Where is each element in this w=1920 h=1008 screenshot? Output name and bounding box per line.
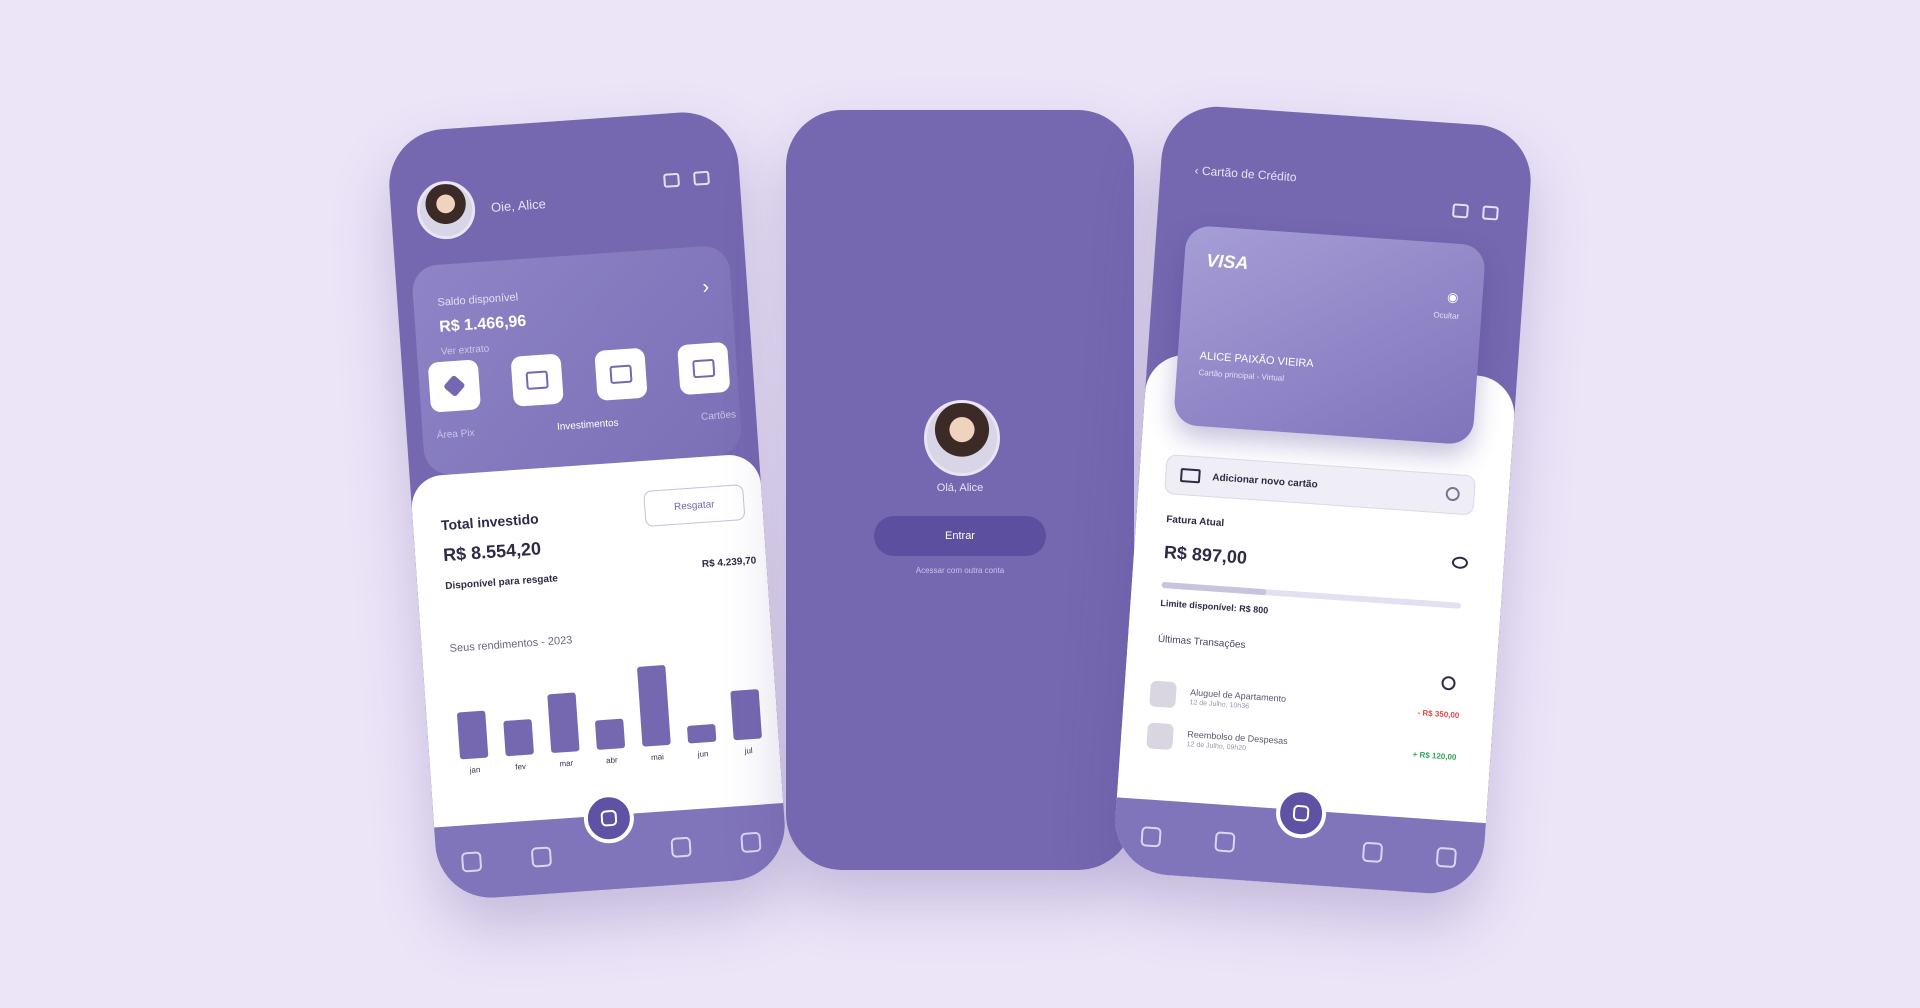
transfer-icon[interactable] <box>530 846 553 868</box>
back-link[interactable]: ‹ Cartão de Crédito <box>1194 163 1297 184</box>
transaction-icon <box>1146 722 1175 751</box>
other-account-link[interactable]: Acessar com outra conta <box>786 566 1134 575</box>
tick-label-abr: abr <box>606 755 618 765</box>
eye-icon[interactable]: ◉ <box>1447 289 1459 306</box>
avatar[interactable] <box>415 179 478 242</box>
tick-label-mai: mai <box>651 752 665 762</box>
transfer-icon <box>609 364 633 385</box>
card-holder-sub: Cartão principal - Virtual <box>1198 368 1285 383</box>
header-icons <box>1452 203 1499 221</box>
investments-label: Total investido <box>440 510 540 534</box>
investments-value: R$ 8.554,20 <box>442 538 542 566</box>
balance-value: R$ 1.466,96 <box>438 312 527 336</box>
profile-icon[interactable] <box>740 831 762 854</box>
bar-abr <box>595 718 626 750</box>
bar-jun <box>687 724 717 744</box>
wallet-icon <box>600 809 618 827</box>
eye-icon[interactable] <box>663 172 681 188</box>
profile-icon[interactable] <box>1435 846 1458 869</box>
home-header: Oie, Alice <box>415 174 548 242</box>
menu-icon[interactable] <box>1481 205 1499 221</box>
bar-fev <box>503 719 534 757</box>
tick-label-jan: jan <box>468 765 480 775</box>
earnings-bar-chart: jan fev mar abr mai jun jul <box>457 665 762 775</box>
docs-icon[interactable] <box>670 836 692 858</box>
pix-button[interactable] <box>427 359 482 413</box>
home-icon[interactable] <box>460 851 483 873</box>
phone-home: Oie, Alice Saldo disponível R$ 1.466,96 … <box>385 108 789 902</box>
docs-icon[interactable] <box>1361 841 1384 863</box>
credit-card[interactable]: VISA ◉ Ocultar ALICE PAIXÃO VIEIRA Cartã… <box>1172 224 1487 446</box>
hide-label: Ocultar <box>1433 310 1460 322</box>
bar-jan <box>457 710 489 760</box>
phone-credit-card: ‹ Cartão de Crédito VISA ◉ Ocultar ALICE… <box>1111 103 1535 897</box>
balance-sub[interactable]: Ver extrato <box>441 343 490 357</box>
transaction-desc: Aluguel de Apartamento 12 de Julho, 10h3… <box>1189 687 1404 721</box>
bar-mar <box>547 692 580 753</box>
pay-button[interactable] <box>510 353 565 407</box>
transaction-amount: + R$ 120,00 <box>1412 749 1457 762</box>
pix-icon <box>443 374 466 398</box>
card-icon <box>1179 468 1201 484</box>
visa-logo: VISA <box>1205 250 1250 274</box>
showcase-stage: Oie, Alice Saldo disponível R$ 1.466,96 … <box>0 0 1920 1008</box>
tick-label-jul: jul <box>743 746 753 756</box>
schedule-button[interactable] <box>677 341 731 396</box>
login-greeting: Olá, Alice <box>936 482 984 494</box>
transaction-desc: Reembolso de Despesas 12 de Julho, 09h20 <box>1186 729 1399 763</box>
bell-icon[interactable] <box>1452 203 1469 219</box>
avatar <box>924 400 1000 476</box>
bar-jul <box>730 689 762 741</box>
tick-label-fev: fev <box>515 762 526 772</box>
transfer-button[interactable] <box>593 347 648 402</box>
phone-login: Olá, Alice Entrar Acessar com outra cont… <box>786 110 1134 870</box>
home-icon[interactable] <box>1140 826 1162 848</box>
tick-label-jun: jun <box>696 749 708 759</box>
transaction-icon <box>1149 680 1177 709</box>
bar-mai <box>637 665 671 747</box>
chart-icon[interactable] <box>1214 831 1236 853</box>
redeem-button[interactable]: Resgatar <box>643 484 746 527</box>
tick-label-mar: mar <box>559 759 574 769</box>
chevron-right-icon[interactable]: › <box>702 276 710 299</box>
grid-icon <box>1292 804 1310 822</box>
card-holder: ALICE PAIXÃO VIEIRA <box>1199 350 1315 370</box>
greeting: Oie, Alice <box>490 195 547 215</box>
available-value: R$ 4.239,70 <box>701 555 757 571</box>
add-card-label: Adicionar novo cartão <box>1211 471 1319 491</box>
available-label: Disponível para resgate <box>444 573 559 593</box>
balance-label: Saldo disponível <box>437 291 519 309</box>
barcode-icon <box>525 370 550 390</box>
login-button[interactable]: Entrar <box>874 516 1046 556</box>
gear-icon[interactable] <box>1445 486 1461 502</box>
header-icons <box>663 170 710 188</box>
calendar-icon <box>692 358 716 379</box>
menu-icon[interactable] <box>693 170 710 186</box>
transaction-amount: - R$ 350,00 <box>1417 707 1460 720</box>
page-title: Cartão de Crédito <box>1201 163 1297 185</box>
